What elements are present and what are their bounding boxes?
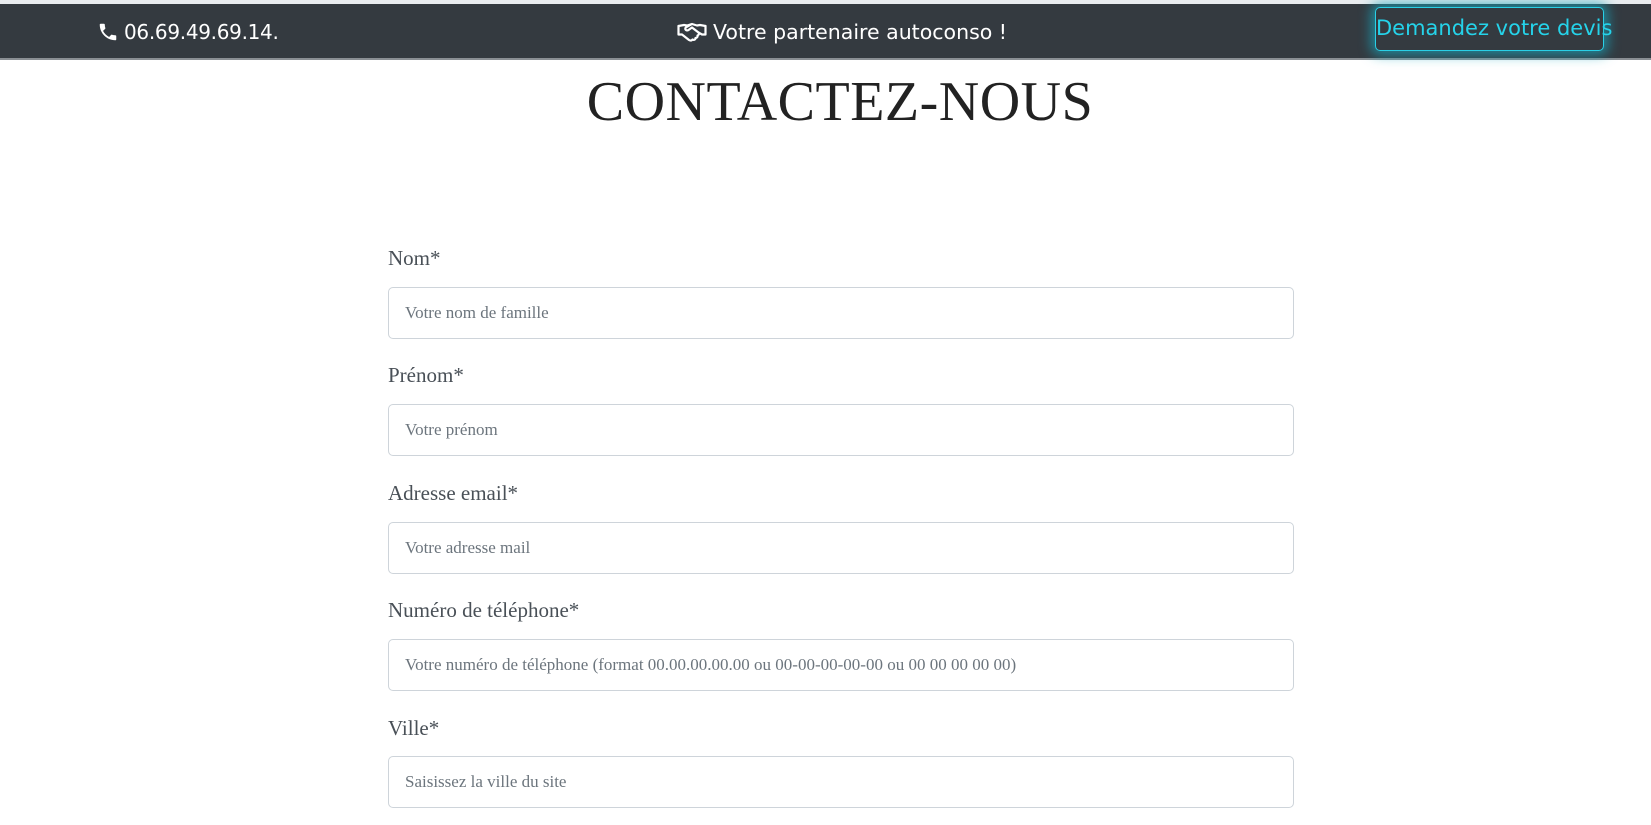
- email-label: Adresse email*: [388, 481, 519, 505]
- phone-number: 06.69.49.69.14.: [124, 20, 279, 44]
- top-bar: 06.69.49.69.14. Votre partenaire autocon…: [0, 4, 1651, 60]
- last-name-input[interactable]: [388, 287, 1294, 339]
- page-title: CONTACTEZ-NOUS: [586, 71, 1094, 133]
- city-input[interactable]: [388, 756, 1294, 808]
- first-name-label: Prénom*: [388, 363, 464, 387]
- tagline: Votre partenaire autoconso !: [677, 20, 1007, 44]
- last-name-label: Nom*: [388, 246, 441, 270]
- email-input[interactable]: [388, 522, 1294, 574]
- phone-label: Numéro de téléphone*: [388, 598, 580, 622]
- first-name-input[interactable]: [388, 404, 1294, 456]
- tagline-text: Votre partenaire autoconso !: [713, 20, 1008, 44]
- phone-contact[interactable]: 06.69.49.69.14.: [97, 20, 279, 44]
- city-label: Ville*: [388, 716, 440, 740]
- phone-icon: [99, 23, 117, 41]
- phone-input[interactable]: [388, 639, 1294, 691]
- handshake-icon: [677, 22, 707, 42]
- quote-request-button[interactable]: Demandez votre devis: [1375, 7, 1612, 51]
